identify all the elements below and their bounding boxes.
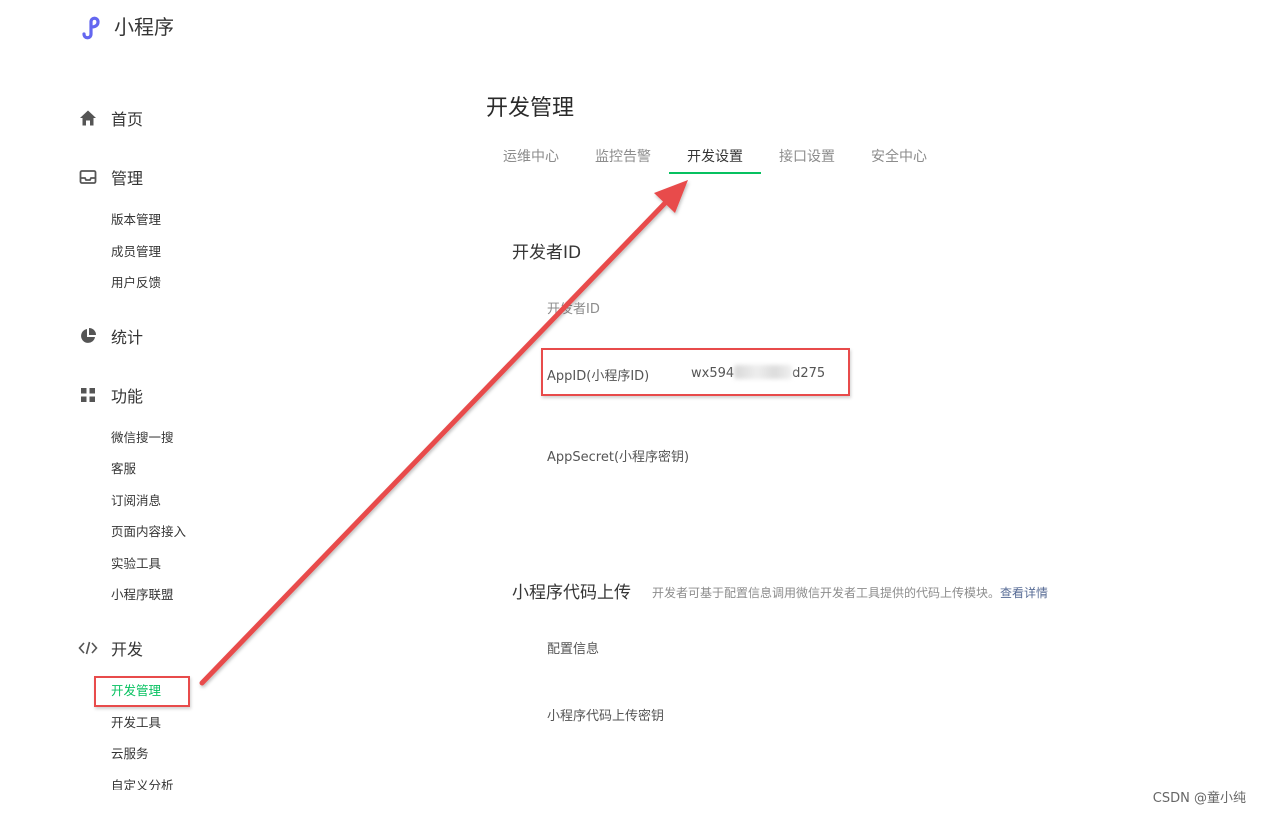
sidebar-item-experiment-tools[interactable]: 实验工具: [111, 555, 161, 573]
annotation-highlight-appid: [541, 348, 850, 396]
upload-key-label: 小程序代码上传密钥: [547, 709, 665, 724]
inbox-icon: [78, 167, 98, 187]
sidebar-group-features[interactable]: 功能: [78, 383, 143, 407]
appsecret-label: AppSecret(小程序密钥): [547, 450, 690, 465]
tab-security-center[interactable]: 安全中心: [853, 140, 945, 174]
tab-interface-settings[interactable]: 接口设置: [761, 140, 853, 174]
sidebar-group-label: 统计: [111, 328, 144, 347]
page-title: 开发管理: [486, 96, 575, 121]
sidebar-group-label: 开发: [111, 640, 144, 659]
code-upload-description: 开发者可基于配置信息调用微信开发者工具提供的代码上传模块。: [652, 586, 1001, 600]
sidebar-item-custom-analysis[interactable]: 自定义分析: [111, 777, 174, 790]
sidebar-group-label: 首页: [111, 110, 144, 129]
sidebar-group-manage[interactable]: 管理: [78, 165, 143, 189]
view-details-link[interactable]: 查看详情: [1000, 586, 1048, 600]
developer-id-section-title: 开发者ID: [512, 243, 582, 263]
developer-id-sub-label: 开发者ID: [547, 302, 600, 317]
sidebar-item-member-management[interactable]: 成员管理: [111, 243, 161, 261]
sidebar-group-label: 功能: [111, 387, 144, 406]
watermark: CSDN @童小纯: [1152, 791, 1246, 806]
tab-monitoring-alerts[interactable]: 监控告警: [577, 140, 669, 174]
grid-icon: [78, 385, 98, 405]
sidebar-item-customer-service[interactable]: 客服: [111, 460, 136, 478]
tab-bar: 运维中心 监控告警 开发设置 接口设置 安全中心: [485, 140, 945, 174]
sidebar-group-statistics[interactable]: 统计: [78, 324, 143, 348]
sidebar-item-wechat-search[interactable]: 微信搜一搜: [111, 429, 174, 447]
sidebar-item-miniprogram-alliance[interactable]: 小程序联盟: [111, 586, 174, 604]
sidebar-group-development[interactable]: 开发: [78, 636, 143, 660]
sidebar-item-development-tools[interactable]: 开发工具: [111, 714, 161, 732]
home-icon: [78, 108, 98, 128]
sidebar-group-label: 管理: [111, 169, 144, 188]
code-icon: [78, 638, 98, 658]
sidebar-item-page-content-access[interactable]: 页面内容接入: [111, 523, 186, 541]
config-info-label: 配置信息: [547, 642, 600, 657]
code-upload-section-title: 小程序代码上传: [512, 583, 631, 603]
tab-operations-center[interactable]: 运维中心: [485, 140, 577, 174]
sidebar-item-user-feedback[interactable]: 用户反馈: [111, 274, 161, 292]
code-upload-description-row: 开发者可基于配置信息调用微信开发者工具提供的代码上传模块。查看详情: [652, 582, 1048, 601]
tab-development-settings[interactable]: 开发设置: [669, 140, 761, 174]
annotation-highlight-sidebar: [94, 676, 190, 707]
sidebar-item-subscription-messages[interactable]: 订阅消息: [111, 492, 161, 510]
sidebar-item-cloud-service[interactable]: 云服务: [111, 745, 149, 763]
sidebar: 首页 管理 版本管理 成员管理 用户反馈 统计 功能 微信搜一搜 客服 订阅消息…: [0, 0, 230, 790]
sidebar-item-version-management[interactable]: 版本管理: [111, 211, 161, 229]
sidebar-group-home[interactable]: 首页: [78, 106, 143, 130]
pie-chart-icon: [78, 326, 98, 346]
